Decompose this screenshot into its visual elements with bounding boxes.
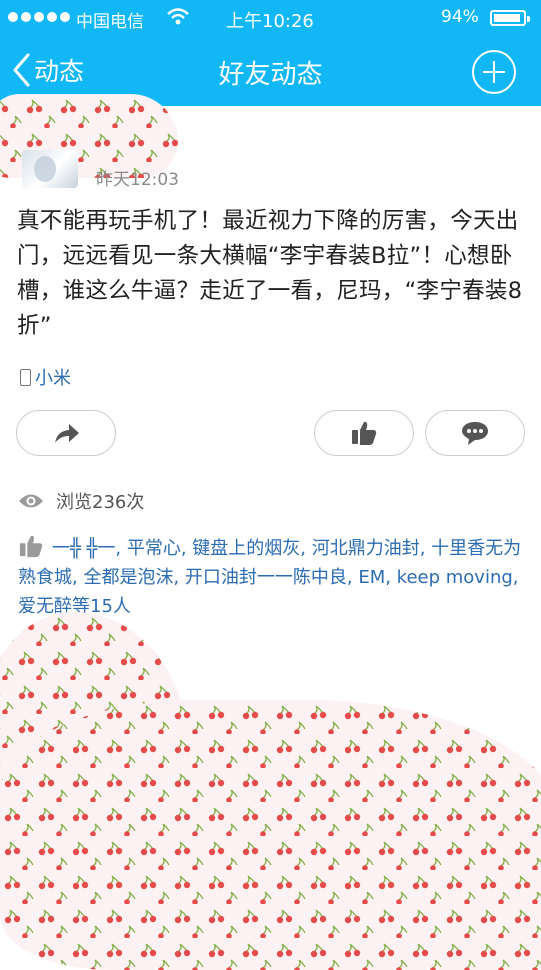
header: 中国电信 上午10:26 94% 动态 好友动态 [0, 0, 541, 106]
status-time: 上午10:26 [226, 11, 314, 32]
status-bar: 中国电信 上午10:26 94% [0, 0, 541, 36]
page-title: 好友动态 [218, 60, 323, 90]
battery-percentage: 94% [441, 7, 479, 27]
share-button[interactable] [16, 410, 116, 456]
redacted-comments-area-2 [0, 700, 541, 970]
like-button[interactable] [314, 410, 414, 456]
likes-list[interactable]: 一╬ ╬一, 平常心, 键盘上的烟灰, 河北鼎力油封, 十里香无为熟食城, 全都… [18, 534, 533, 621]
battery-icon [490, 10, 530, 26]
likes-text: 一╬ ╬一, 平常心, 键盘上的烟灰, 河北鼎力油封, 十里香无为熟食城, 全都… [18, 538, 522, 617]
device-label: 小米 [35, 368, 71, 389]
wifi-icon [167, 8, 189, 25]
comment-icon [462, 422, 488, 445]
signal-strength-icon [8, 12, 70, 22]
carrier-name: 中国电信 [76, 12, 144, 32]
thumbs-up-icon [19, 535, 43, 558]
avatar[interactable] [22, 150, 78, 188]
comment-button[interactable] [425, 410, 525, 456]
post-device: 小米 [20, 364, 71, 390]
phone-icon [20, 368, 31, 386]
post-content: 真不能再玩手机了！最近视力下降的厉害，今天出门，远远看见一条大横幅“李宇春装B拉… [17, 208, 523, 339]
share-icon [55, 424, 79, 443]
add-post-button[interactable] [472, 50, 516, 94]
eye-icon [19, 494, 43, 508]
thumbs-up-icon [352, 421, 377, 445]
view-count: 浏览236次 [18, 488, 144, 514]
post-timestamp: 昨天12:03 [96, 170, 179, 190]
view-count-label: 浏览236次 [56, 492, 145, 513]
